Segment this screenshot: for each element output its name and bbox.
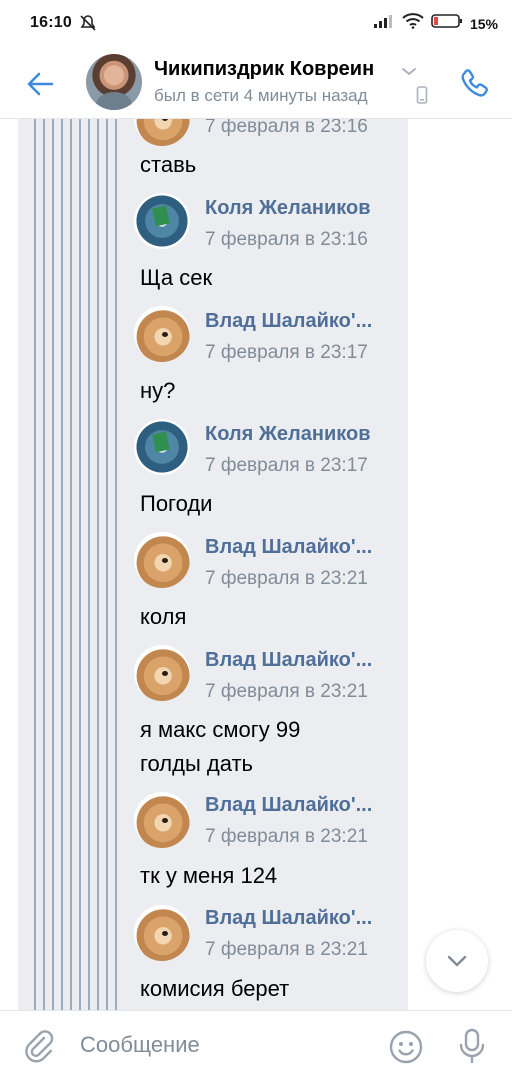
attach-icon[interactable] [22,1029,56,1068]
sender-name[interactable]: Влад Шалайко'... [205,794,372,817]
message-composer [0,1010,512,1081]
message-date: 7 февраля в 23:17 [205,342,368,363]
sender-name[interactable]: Коля Желаников [205,423,371,446]
message-text: я макс смогу 99 [140,717,301,742]
message-date: 7 февраля в 23:21 [205,681,368,702]
sender-avatar[interactable] [134,306,190,362]
sender-name[interactable]: Влад Шалайко'... [205,310,372,333]
scroll-down-button[interactable] [426,930,488,992]
microphone-icon[interactable] [454,1027,490,1070]
message-date: 7 февраля в 23:16 [205,118,368,137]
message-text: тк у меня 124 [140,863,278,888]
message-date: 7 февраля в 23:21 [205,939,368,960]
message-text: ставь [140,152,197,177]
sender-name[interactable]: Коля Желаников [205,197,371,220]
chat-header: Чикипиздрик Ковреин был в сети 4 минуты … [0,50,512,119]
forward-indent-lines [34,118,120,1010]
status-right: 15% [373,13,498,34]
message-date: 7 февраля в 23:16 [205,229,368,250]
call-button[interactable] [452,62,496,106]
contact-avatar[interactable] [86,54,142,110]
message-text: Ща сек [140,265,213,290]
contact-name[interactable]: Чикипиздрик Ковреин [154,58,374,81]
battery-percent: 15% [469,15,498,32]
message-text: комисия берет [140,976,290,1001]
message-date: 7 февраля в 23:21 [205,568,368,589]
message-text: голды дать [140,751,254,776]
sender-avatar[interactable] [134,645,190,701]
status-time: 16:10 [30,14,72,31]
chat-area[interactable]: 7 февраля в 23:16 ставь Коля Желаников 7… [0,118,512,1010]
battery-icon [431,13,463,34]
message-date: 7 февраля в 23:21 [205,826,368,847]
status-bar: 16:10 15% [0,0,512,50]
sender-avatar[interactable] [134,419,190,475]
message-text: Погоди [140,491,213,516]
contact-status: был в сети 4 минуты назад [154,86,368,105]
call-icon [461,69,488,97]
chevron-down-icon [447,955,467,967]
wifi-icon [402,13,424,34]
back-arrow-icon [27,72,54,96]
chevron-down-icon[interactable] [400,62,418,85]
sender-avatar[interactable] [134,532,190,588]
mute-icon [78,13,98,38]
message-text: ну? [140,378,176,403]
message-input[interactable] [70,1025,390,1065]
phone-device-icon [416,86,428,109]
sender-avatar[interactable] [134,193,190,249]
message-date: 7 февраля в 23:17 [205,455,368,476]
message-text: коля [140,604,187,629]
sender-name[interactable]: Влад Шалайко'... [205,536,372,559]
sender-avatar[interactable] [134,792,190,848]
emoji-icon[interactable] [388,1029,424,1070]
signal-icon [373,13,395,34]
sender-name[interactable]: Влад Шалайко'... [205,907,372,930]
back-button[interactable] [22,66,58,102]
sender-avatar[interactable] [134,905,190,961]
sender-name[interactable]: Влад Шалайко'... [205,649,372,672]
